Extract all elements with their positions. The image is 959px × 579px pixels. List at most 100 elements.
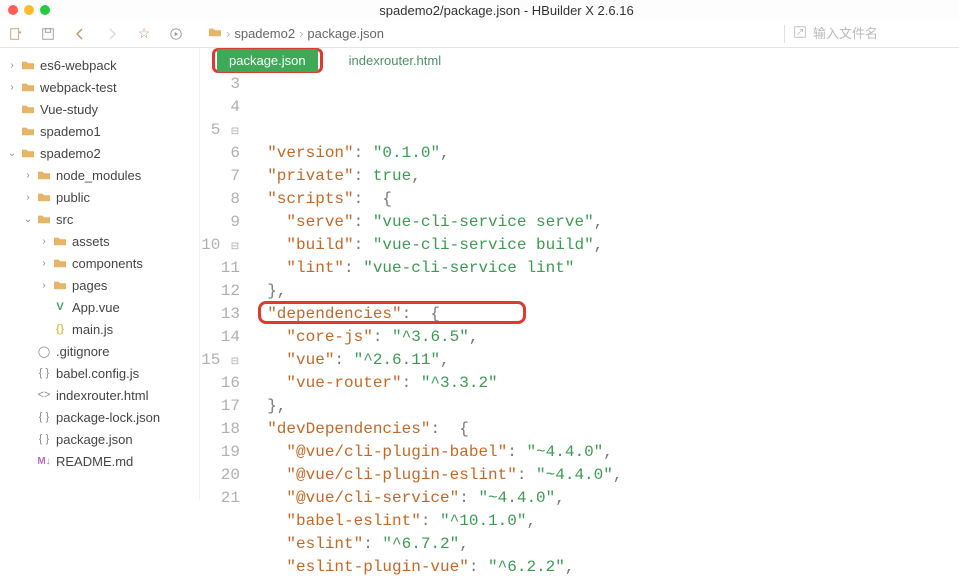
- line-number: 3: [200, 73, 240, 96]
- tree-arrow-icon[interactable]: ›: [38, 236, 50, 247]
- tree-arrow-icon[interactable]: ›: [38, 258, 50, 269]
- code-line[interactable]: "lint": "vue-cli-service lint": [248, 257, 959, 280]
- line-number: 19: [200, 441, 240, 464]
- new-file-icon[interactable]: [6, 24, 26, 44]
- tab-package-json[interactable]: package.json: [217, 49, 318, 72]
- goto-icon[interactable]: [793, 25, 807, 42]
- line-number: 11: [200, 257, 240, 280]
- code-line[interactable]: "@vue/cli-service": "~4.4.0",: [248, 487, 959, 510]
- code-line[interactable]: "eslint-plugin-vue": "^6.2.2",: [248, 556, 959, 579]
- folder-open-icon: [36, 213, 52, 225]
- tree-item-readme-md[interactable]: M↓README.md: [0, 450, 199, 472]
- tree-item-node-modules[interactable]: › node_modules: [0, 164, 199, 186]
- tree-arrow-icon[interactable]: ›: [6, 82, 18, 93]
- folder-icon: [20, 59, 36, 71]
- nav-back-icon[interactable]: [70, 24, 90, 44]
- tree-item-main-js[interactable]: {}main.js: [0, 318, 199, 340]
- code-line[interactable]: "serve": "vue-cli-service serve",: [248, 211, 959, 234]
- folder-open-icon: [20, 147, 36, 159]
- search-area: [782, 25, 953, 43]
- run-icon[interactable]: [166, 24, 186, 44]
- code[interactable]: "version": "0.1.0", "private": true, "sc…: [248, 73, 959, 579]
- tree-item-vue-study[interactable]: Vue-study: [0, 98, 199, 120]
- tree-item-public[interactable]: › public: [0, 186, 199, 208]
- titlebar: spademo2/package.json - HBuilder X 2.6.1…: [0, 0, 959, 20]
- tree-item-components[interactable]: › components: [0, 252, 199, 274]
- code-line[interactable]: "eslint": "^6.7.2",: [248, 533, 959, 556]
- line-number: 4: [200, 96, 240, 119]
- tree-item-src[interactable]: ⌄src: [0, 208, 199, 230]
- code-line[interactable]: "vue-router": "^3.3.2": [248, 372, 959, 395]
- main: › es6-webpack ›webpack-test Vue-study spadem…: [0, 48, 959, 500]
- close-window-button[interactable]: [8, 5, 18, 15]
- code-line[interactable]: "core-js": "^3.6.5",: [248, 326, 959, 349]
- code-line[interactable]: "scripts": {: [248, 188, 959, 211]
- folder-icon: [208, 26, 222, 41]
- tree-item-app-vue[interactable]: VApp.vue: [0, 296, 199, 318]
- save-icon[interactable]: [38, 24, 58, 44]
- tree-item-label: es6-webpack: [40, 58, 117, 73]
- breadcrumb-file[interactable]: package.json: [307, 26, 384, 41]
- md-icon: M↓: [36, 456, 52, 467]
- tree-item-package-lock-json[interactable]: { }package-lock.json: [0, 406, 199, 428]
- line-number: 10 ⊟: [200, 234, 240, 257]
- tree-item-webpack-test[interactable]: ›webpack-test: [0, 76, 199, 98]
- vue-icon: V: [52, 301, 68, 313]
- star-icon[interactable]: ☆: [134, 24, 154, 44]
- gutter: 345 ⊟678910 ⊟1112131415 ⊟161718192021: [200, 73, 248, 579]
- breadcrumb: › spademo2 › package.json: [208, 26, 384, 41]
- tab-highlight: package.json: [212, 48, 323, 73]
- code-line[interactable]: "devDependencies": {: [248, 418, 959, 441]
- window-title: spademo2/package.json - HBuilder X 2.6.1…: [379, 3, 633, 18]
- code-line[interactable]: "build": "vue-cli-service build",: [248, 234, 959, 257]
- breadcrumb-sep: ›: [226, 26, 230, 41]
- code-line[interactable]: },: [248, 395, 959, 418]
- maximize-window-button[interactable]: [40, 5, 50, 15]
- tab-indexrouter-html[interactable]: indexrouter.html: [337, 49, 454, 72]
- code-line[interactable]: "dependencies": {: [248, 303, 959, 326]
- traffic-lights: [8, 5, 50, 15]
- tree-arrow-icon[interactable]: ›: [38, 280, 50, 291]
- folder-icon: [36, 191, 52, 203]
- breadcrumb-sep: ›: [299, 26, 303, 41]
- nav-forward-icon[interactable]: [102, 24, 122, 44]
- code-line[interactable]: "babel-eslint": "^10.1.0",: [248, 510, 959, 533]
- git-icon: ◯: [36, 345, 52, 358]
- code-line[interactable]: },: [248, 280, 959, 303]
- tree-arrow-icon[interactable]: ›: [6, 60, 18, 71]
- tree-item-label: components: [72, 256, 143, 271]
- line-number: 13: [200, 303, 240, 326]
- tree-item-label: pages: [72, 278, 107, 293]
- breadcrumb-root[interactable]: spademo2: [234, 26, 295, 41]
- code-line[interactable]: "@vue/cli-plugin-babel": "~4.4.0",: [248, 441, 959, 464]
- line-number: 6: [200, 142, 240, 165]
- tree-item-label: Vue-study: [40, 102, 98, 117]
- tree-arrow-icon[interactable]: ⌄: [6, 148, 18, 159]
- tree-item-spademo1[interactable]: spademo1: [0, 120, 199, 142]
- code-line[interactable]: "version": "0.1.0",: [248, 142, 959, 165]
- tree-arrow-icon[interactable]: ›: [22, 170, 34, 181]
- tree-item-label: node_modules: [56, 168, 141, 183]
- tree-item-package-json[interactable]: { }package.json: [0, 428, 199, 450]
- code-area[interactable]: 345 ⊟678910 ⊟1112131415 ⊟161718192021 "v…: [200, 73, 959, 579]
- code-line[interactable]: "private": true,: [248, 165, 959, 188]
- tree-item-es6-webpack[interactable]: › es6-webpack: [0, 54, 199, 76]
- tree-item-spademo2[interactable]: ⌄spademo2: [0, 142, 199, 164]
- tree-arrow-icon[interactable]: ›: [22, 192, 34, 203]
- tree-item-indexrouter-html[interactable]: <>indexrouter.html: [0, 384, 199, 406]
- tree-item-pages[interactable]: › pages: [0, 274, 199, 296]
- tree-item-label: spademo1: [40, 124, 101, 139]
- minimize-window-button[interactable]: [24, 5, 34, 15]
- tree-item-label: assets: [72, 234, 110, 249]
- folder-icon: [20, 125, 36, 137]
- separator: [784, 25, 785, 43]
- tree-item-babel-config-js[interactable]: { }babel.config.js: [0, 362, 199, 384]
- code-line[interactable]: "@vue/cli-plugin-eslint": "~4.4.0",: [248, 464, 959, 487]
- tree-item-assets[interactable]: › assets: [0, 230, 199, 252]
- tree-item-label: public: [56, 190, 90, 205]
- tree-arrow-icon[interactable]: ⌄: [22, 214, 34, 225]
- code-line[interactable]: "vue": "^2.6.11",: [248, 349, 959, 372]
- search-input[interactable]: [813, 26, 933, 41]
- tree-item--gitignore[interactable]: ◯.gitignore: [0, 340, 199, 362]
- tree-item-label: indexrouter.html: [56, 388, 149, 403]
